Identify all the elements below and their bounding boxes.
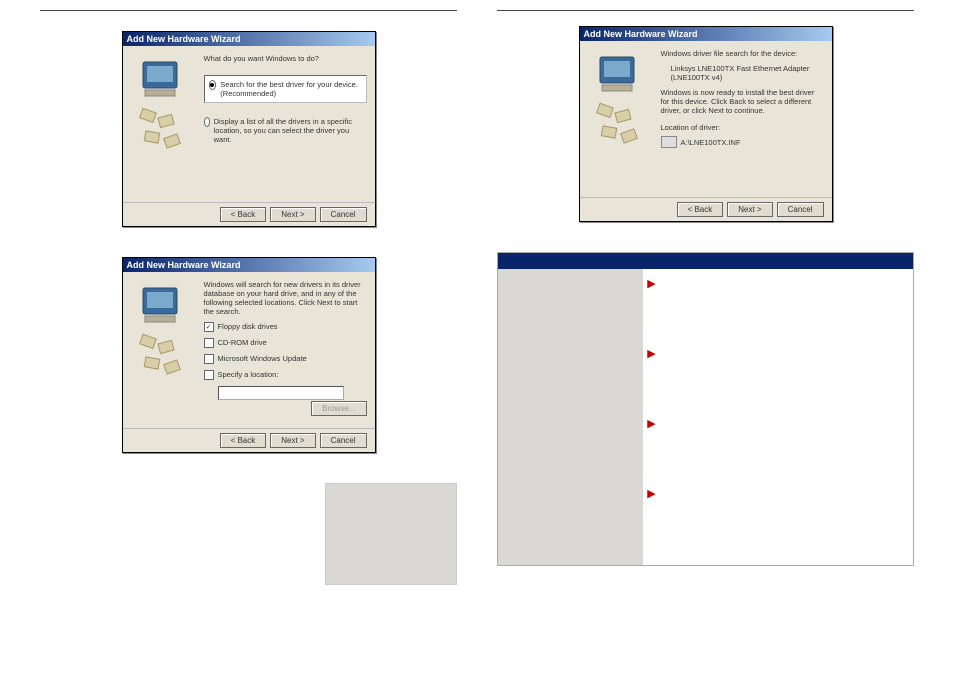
chart-item: ▶ bbox=[647, 279, 909, 319]
chart-item: ▶ bbox=[647, 349, 909, 389]
label-windows-update: Microsoft Windows Update bbox=[218, 354, 307, 363]
label-floppy: Floppy disk drives bbox=[218, 322, 278, 331]
floppy-icon bbox=[661, 136, 677, 148]
radio-search-best[interactable] bbox=[209, 80, 217, 90]
cancel-button[interactable]: Cancel bbox=[320, 433, 367, 448]
wizard-title: Add New Hardware Wizard bbox=[123, 32, 375, 46]
search-heading: Windows driver file search for the devic… bbox=[661, 49, 824, 58]
option-display-list-label: Display a list of all the drivers in a s… bbox=[214, 117, 367, 144]
ready-text: Windows is now ready to install the best… bbox=[661, 88, 824, 115]
wizard-graphic bbox=[588, 49, 653, 189]
bullet-arrow-icon: ▶ bbox=[647, 489, 655, 500]
label-specify-location: Specify a location: bbox=[218, 370, 279, 379]
wizard-step2: Add New Hardware Wizard bbox=[122, 257, 376, 453]
bullet-arrow-icon: ▶ bbox=[647, 279, 655, 290]
back-button[interactable]: < Back bbox=[220, 433, 267, 448]
wizard-title: Add New Hardware Wizard bbox=[123, 258, 375, 272]
bullet-arrow-icon: ▶ bbox=[647, 349, 655, 360]
option-search-best-label: Search for the best driver for your devi… bbox=[220, 80, 361, 98]
troubleshooting-chart: ▶ ▶ ▶ ▶ bbox=[497, 252, 914, 566]
checkbox-specify-location[interactable] bbox=[204, 370, 214, 380]
wizard-graphic bbox=[131, 54, 196, 194]
wizard-title: Add New Hardware Wizard bbox=[580, 27, 832, 41]
bullet-arrow-icon: ▶ bbox=[647, 419, 655, 430]
chart-left-column bbox=[498, 269, 643, 565]
back-button[interactable]: < Back bbox=[220, 207, 267, 222]
wizard-graphic bbox=[131, 280, 196, 420]
checkbox-cdrom[interactable] bbox=[204, 338, 214, 348]
browse-button[interactable]: Browse... bbox=[311, 401, 366, 416]
note-placeholder-box bbox=[325, 483, 457, 585]
next-button[interactable]: Next > bbox=[270, 207, 315, 222]
radio-display-list[interactable] bbox=[204, 117, 210, 127]
next-button[interactable]: Next > bbox=[727, 202, 772, 217]
wizard-intro: Windows will search for new drivers in i… bbox=[204, 280, 367, 316]
label-cdrom: CD-ROM drive bbox=[218, 338, 267, 347]
chart-title-bar bbox=[498, 253, 913, 269]
cancel-button[interactable]: Cancel bbox=[320, 207, 367, 222]
chart-item: ▶ bbox=[647, 489, 909, 529]
driver-path: A:\LNE100TX.INF bbox=[681, 138, 741, 147]
location-label: Location of driver: bbox=[661, 123, 824, 132]
chart-item: ▶ bbox=[647, 419, 909, 459]
checkbox-floppy[interactable]: ✓ bbox=[204, 322, 214, 332]
location-input[interactable] bbox=[218, 386, 344, 400]
device-name: Linksys LNE100TX Fast Ethernet Adapter (… bbox=[671, 64, 824, 82]
next-button[interactable]: Next > bbox=[270, 433, 315, 448]
wizard-step1: Add New Hardware Wizard bbox=[122, 31, 376, 227]
back-button[interactable]: < Back bbox=[677, 202, 724, 217]
checkbox-windows-update[interactable] bbox=[204, 354, 214, 364]
cancel-button[interactable]: Cancel bbox=[777, 202, 824, 217]
wizard-step3: Add New Hardware Wizard bbox=[579, 26, 833, 222]
wizard-prompt: What do you want Windows to do? bbox=[204, 54, 367, 63]
